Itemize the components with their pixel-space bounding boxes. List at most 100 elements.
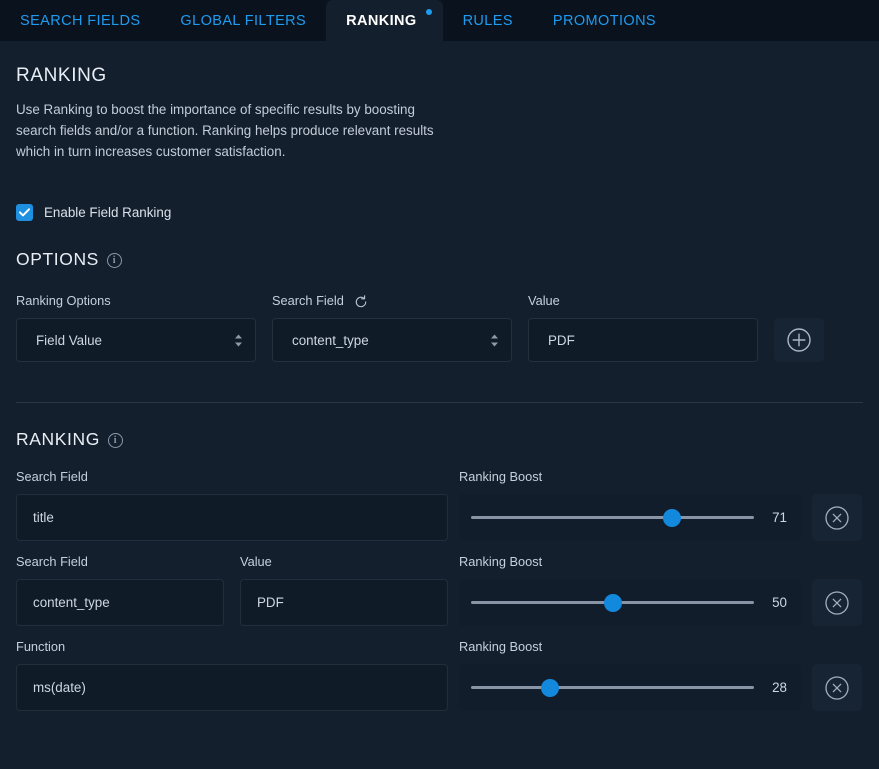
refresh-icon[interactable] [354, 295, 368, 309]
remove-col [812, 638, 862, 711]
ranking-boost-slider[interactable] [471, 508, 754, 527]
boost-label: Ranking Boost [459, 553, 543, 569]
options-heading: OPTIONS i [16, 249, 863, 270]
row-field-input[interactable]: title [16, 494, 448, 541]
plus-circle-icon [787, 328, 811, 352]
ranking-boost-cell: 28 [459, 664, 801, 711]
tab-ranking[interactable]: RANKING [326, 0, 443, 41]
slider-thumb[interactable] [603, 593, 622, 612]
tab-promotions[interactable]: PROMOTIONS [533, 0, 676, 41]
row-field-label: Search Field [16, 553, 88, 569]
ranking-row-fields: Search Field content_type Value PDF [16, 553, 448, 626]
ranking-boost-col: Ranking Boost 28 [459, 638, 801, 711]
ranking-rows: Search Field title Ranking Boost 71 Sear… [16, 468, 863, 711]
row-value-label: Value [240, 553, 272, 569]
ranking-options-label: Ranking Options [16, 292, 256, 308]
label-text: Value [528, 292, 560, 308]
remove-ranking-button[interactable] [812, 579, 862, 626]
info-icon[interactable]: i [107, 433, 123, 448]
info-icon[interactable]: i [106, 253, 122, 268]
ranking-row-fields: Function ms(date) [16, 638, 448, 711]
close-circle-icon [825, 590, 849, 615]
updown-arrows [491, 334, 498, 346]
page-title: RANKING [16, 65, 107, 86]
ranking-boost-value: 50 [772, 595, 787, 610]
tab-badge-dot [425, 9, 432, 15]
add-ranking-button[interactable] [774, 318, 824, 362]
row-function-input[interactable]: ms(date) [16, 664, 448, 711]
enable-field-ranking-label: Enable Field Ranking [44, 205, 172, 220]
search-field-value: content_type [292, 332, 369, 348]
ranking-options-value: Field Value [36, 332, 102, 348]
search-field-label: Search Field [272, 292, 512, 308]
remove-col [812, 553, 862, 626]
boost-label: Ranking Boost [459, 468, 543, 484]
value-input[interactable]: PDF [528, 318, 758, 362]
ranking-boost-slider[interactable] [471, 593, 754, 612]
row-field-label: Search Field [16, 468, 88, 484]
tab-global-filters[interactable]: GLOBAL FILTERS [160, 0, 326, 41]
ranking-panel: RANKING Use Ranking to boost the importa… [0, 65, 879, 711]
tab-label: PROMOTIONS [552, 12, 657, 29]
main-tab-bar: SEARCH FIELDS GLOBAL FILTERS RANKING RUL… [0, 0, 879, 41]
ranking-row: Search Field title Ranking Boost 71 [16, 468, 863, 541]
check-icon [19, 208, 30, 217]
ranking-boost-slider[interactable] [471, 678, 754, 697]
options-row: Ranking Options Field Value Search Field [16, 292, 863, 362]
ranking-options-select[interactable]: Field Value [16, 318, 256, 362]
ranking-row-fields: Search Field title [16, 468, 448, 541]
ranking-boost-col: Ranking Boost 50 [459, 553, 801, 626]
updown-arrows [235, 334, 242, 346]
slider-track [471, 686, 754, 689]
remove-ranking-button[interactable] [812, 664, 862, 711]
close-circle-icon [825, 675, 849, 700]
tab-label: RANKING [346, 12, 417, 29]
tab-search-fields[interactable]: SEARCH FIELDS [0, 0, 160, 41]
ranking-boost-cell: 71 [459, 494, 801, 541]
search-field-select[interactable]: content_type [272, 318, 512, 362]
row-function-value: ms(date) [33, 680, 86, 695]
value-col: Value PDF [528, 292, 774, 362]
refresh-glyph [355, 295, 367, 308]
enable-field-ranking-checkbox[interactable] [16, 204, 33, 221]
ranking-heading: RANKING i [16, 429, 863, 450]
remove-ranking-button[interactable] [812, 494, 862, 541]
add-col [774, 292, 828, 362]
slider-thumb[interactable] [662, 508, 681, 527]
label-text: Search Field [272, 292, 344, 308]
chevron-updown-icon [234, 334, 243, 347]
label-text: Ranking Options [16, 292, 111, 308]
row-value-input[interactable]: PDF [240, 579, 448, 626]
ranking-row: Search Field content_type Value PDF Rank… [16, 553, 863, 626]
value-label: Value [528, 292, 758, 308]
ranking-heading-text: RANKING [16, 429, 100, 449]
row-field-value: content_type [33, 595, 110, 610]
row-field-input[interactable]: content_type [16, 579, 224, 626]
row-field-value: title [33, 510, 54, 525]
tab-rules[interactable]: RULES [443, 0, 533, 41]
tab-label: SEARCH FIELDS [20, 12, 141, 29]
remove-col [812, 468, 862, 541]
slider-track [471, 516, 754, 519]
ranking-boost-col: Ranking Boost 71 [459, 468, 801, 541]
page-description: Use Ranking to boost the importance of s… [16, 102, 434, 159]
row-value-text: PDF [257, 595, 284, 610]
ranking-boost-value: 28 [772, 680, 787, 695]
ranking-row: Function ms(date) Ranking Boost 28 [16, 638, 863, 711]
slider-thumb[interactable] [541, 678, 560, 697]
ranking-boost-cell: 50 [459, 579, 801, 626]
tab-label: RULES [462, 12, 513, 29]
ranking-boost-value: 71 [772, 510, 787, 525]
value-input-text: PDF [548, 332, 575, 348]
enable-field-ranking-row: Enable Field Ranking [16, 204, 863, 221]
chevron-updown-icon [490, 334, 499, 347]
ranking-options-col: Ranking Options Field Value [16, 292, 272, 362]
row-function-label: Function [16, 638, 66, 654]
options-heading-text: OPTIONS [16, 249, 99, 269]
